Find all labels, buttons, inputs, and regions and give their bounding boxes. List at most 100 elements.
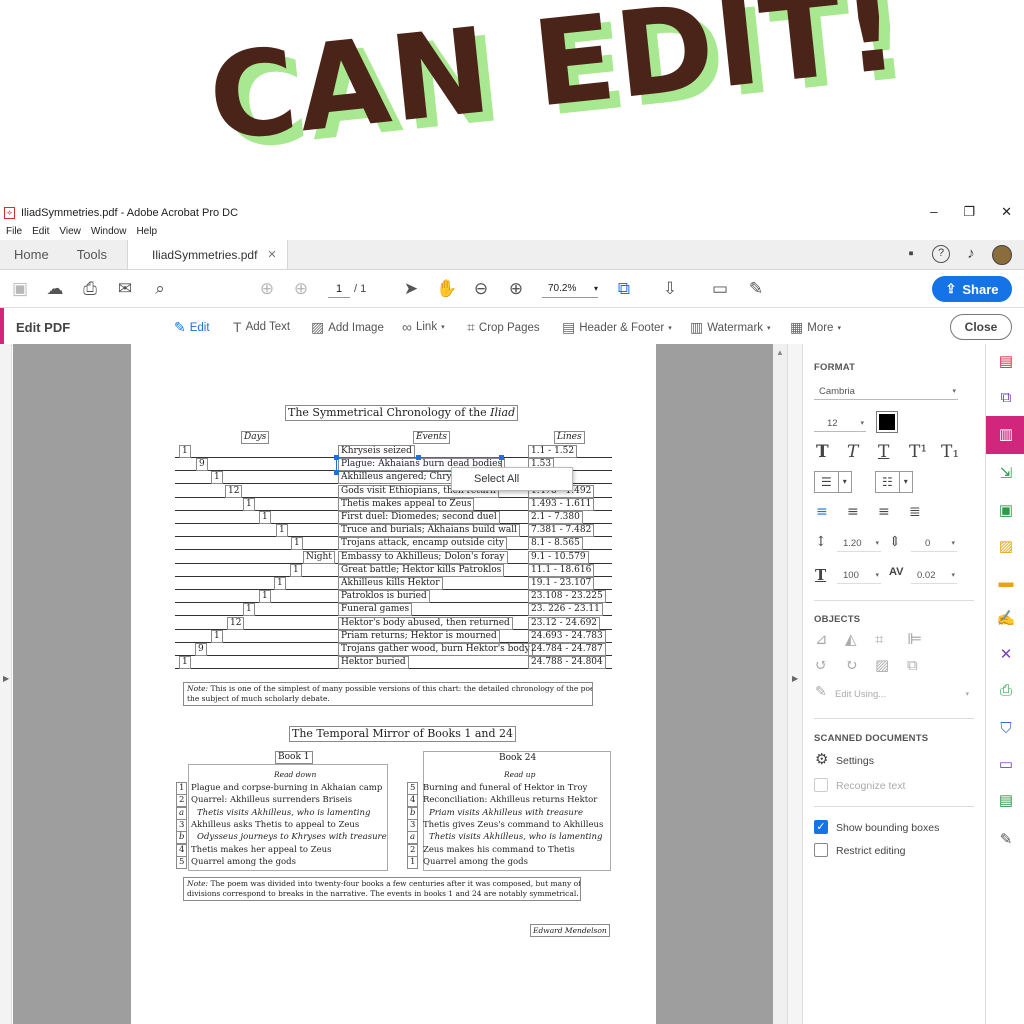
row-event[interactable]: Embassy to Akhilleus; Dolon's foray: [338, 550, 508, 564]
row-day[interactable]: 1: [259, 590, 271, 604]
row-lines[interactable]: 19.1 - 23.107: [528, 577, 595, 590]
row-lines[interactable]: 1.493 - 1.611: [528, 497, 595, 511]
tab-close-icon[interactable]: ✕: [267, 248, 276, 261]
document-canvas[interactable]: The Symmetrical Chronology of the Iliad …: [13, 344, 773, 1024]
add-text-button[interactable]: T Add Text: [233, 319, 290, 335]
chart-title-box[interactable]: The Symmetrical Chronology of the Iliad: [285, 405, 519, 421]
send-for-comments-icon[interactable]: ▨: [996, 537, 1016, 557]
scroll-mode-icon[interactable]: ⇩: [660, 279, 680, 299]
row-lines[interactable]: 1.1 - 1.52: [528, 445, 578, 458]
row-day[interactable]: Night: [303, 550, 335, 564]
menu-file[interactable]: File: [6, 226, 22, 237]
link-button[interactable]: ∞ Link ▾: [402, 319, 445, 335]
book-item-number[interactable]: a: [407, 831, 419, 845]
align-right-icon[interactable]: ≡: [878, 504, 890, 520]
row-day[interactable]: 1: [274, 577, 286, 590]
right-panel-toggle[interactable]: ▶: [787, 344, 803, 1024]
row-day[interactable]: 9: [196, 458, 208, 472]
row-lines[interactable]: 24.784 - 24.787: [528, 643, 606, 656]
save-icon[interactable]: ▣: [10, 279, 30, 299]
mirror-title[interactable]: The Temporal Mirror of Books 1 and 24: [289, 726, 517, 742]
superscript-icon[interactable]: T¹: [909, 442, 927, 462]
row-lines[interactable]: 23. 226 - 23.11: [528, 603, 603, 617]
book-item-text[interactable]: Reconciliation: Akhilleus returns Hektor: [420, 794, 600, 807]
protect-shield-icon[interactable]: ⛉: [996, 719, 1016, 739]
book-item-number[interactable]: 3: [176, 818, 188, 832]
row-day[interactable]: 12: [225, 484, 243, 498]
row-event[interactable]: Trojans attack, encamp outside city: [338, 537, 507, 551]
row-day[interactable]: 12: [227, 616, 245, 630]
header-footer-button[interactable]: ▤ Header & Footer ▾: [562, 319, 672, 336]
crop-pages-button[interactable]: ⌗ Crop Pages: [467, 319, 540, 336]
maximize-button[interactable]: ❐: [963, 204, 975, 220]
selection-handle[interactable]: [334, 470, 339, 475]
paragraph-spacing-select[interactable]: 0 ▾: [911, 536, 957, 552]
scroll-up-icon[interactable]: ▲: [776, 348, 784, 357]
help-icon[interactable]: ?: [932, 245, 950, 263]
row-lines[interactable]: 11.1 - 18.616: [528, 563, 595, 577]
zoom-select[interactable]: 70.2% ▾: [542, 280, 598, 298]
watermark-button[interactable]: ▥ Watermark ▾: [690, 319, 771, 336]
edit-using-select[interactable]: Edit Using... ▾: [835, 687, 971, 703]
numbered-list-button[interactable]: ☷ ▾: [875, 471, 913, 493]
bold-icon[interactable]: T: [816, 442, 829, 462]
book-item-number[interactable]: 4: [407, 794, 419, 808]
vertical-scrollbar[interactable]: ▲: [773, 344, 787, 1024]
row-day[interactable]: 1: [179, 445, 191, 458]
row-day[interactable]: 1: [291, 537, 303, 551]
font-size-select[interactable]: 12 ▾: [814, 416, 866, 432]
rotate-left-icon[interactable]: ↺: [815, 656, 828, 674]
underline-icon[interactable]: T: [878, 442, 889, 462]
settings-link[interactable]: Settings: [836, 755, 874, 767]
select-arrow-icon[interactable]: ➤: [401, 279, 421, 299]
row-day[interactable]: 9: [195, 643, 207, 656]
row-day[interactable]: 1: [290, 563, 302, 577]
tab-tools[interactable]: Tools: [63, 240, 121, 269]
row-lines[interactable]: 2.1 - 7.380: [528, 511, 583, 524]
comment-icon[interactable]: ▭: [710, 279, 730, 299]
organize-pages-icon[interactable]: ▣: [996, 501, 1016, 521]
menu-edit[interactable]: Edit: [32, 226, 49, 237]
book-item-text[interactable]: Quarrel among the gods: [420, 856, 531, 869]
upload-cloud-icon[interactable]: ☁: [45, 279, 65, 299]
row-event[interactable]: Truce and burials; Akhaians build wall: [338, 524, 521, 538]
book-item-text[interactable]: Plague and corpse-burning in Akhaian cam…: [188, 782, 385, 795]
row-event[interactable]: Thetis makes appeal to Zeus: [338, 497, 475, 511]
row-event[interactable]: Trojans gather wood, burn Hektor's body: [338, 643, 533, 656]
selection-handle[interactable]: [416, 455, 421, 460]
book-item-text[interactable]: Priam visits Akhilleus with treasure: [426, 807, 586, 820]
book-item-number[interactable]: 5: [407, 782, 419, 795]
italic-icon[interactable]: T: [847, 442, 858, 462]
col-events-header[interactable]: Events: [413, 431, 451, 444]
pdf-page[interactable]: The Symmetrical Chronology of the Iliad …: [131, 344, 656, 1024]
book-item-text[interactable]: Akhilleus asks Thetis to appeal to Zeus: [188, 819, 362, 832]
measure-ruler-icon[interactable]: ▭: [996, 755, 1016, 775]
more-button[interactable]: ▦ More ▾: [790, 319, 841, 336]
book-item-text[interactable]: Zeus makes his command to Thetis: [420, 844, 578, 857]
row-event[interactable]: Hektor buried: [338, 656, 409, 670]
row-day[interactable]: 1: [211, 629, 223, 643]
zoom-out-icon[interactable]: ⊖: [471, 279, 491, 299]
align-left-icon[interactable]: ≡: [816, 504, 828, 520]
row-event[interactable]: Great battle; Hektor kills Patroklos: [338, 563, 505, 577]
book-item-number[interactable]: 2: [407, 843, 419, 857]
selection-handle[interactable]: [334, 455, 339, 460]
left-panel-toggle[interactable]: ▶: [0, 344, 12, 1024]
character-spacing-select[interactable]: 0.02 ▾: [911, 568, 957, 584]
book-item-number[interactable]: b: [176, 831, 188, 845]
tab-home[interactable]: Home: [0, 240, 63, 269]
book-item-number[interactable]: 2: [176, 794, 188, 808]
gear-icon[interactable]: ⚙: [815, 750, 828, 768]
selection-handle[interactable]: [499, 455, 504, 460]
book-item-number[interactable]: b: [407, 806, 419, 820]
book-item-number[interactable]: 4: [176, 843, 188, 857]
row-event[interactable]: Akhilleus kills Hektor: [338, 577, 443, 590]
print-icon[interactable]: ⎙: [80, 279, 100, 299]
book-item-text[interactable]: Burning and funeral of Hektor in Troy: [420, 782, 590, 795]
compare-files-icon[interactable]: ✕: [996, 645, 1016, 665]
add-image-button[interactable]: ▨ Add Image: [311, 319, 384, 336]
row-event[interactable]: Funeral games: [338, 603, 413, 617]
text-color-swatch[interactable]: [876, 411, 898, 433]
rotate-right-icon[interactable]: ↻: [845, 656, 858, 674]
row-lines[interactable]: 7.381 - 7.482: [528, 524, 595, 538]
